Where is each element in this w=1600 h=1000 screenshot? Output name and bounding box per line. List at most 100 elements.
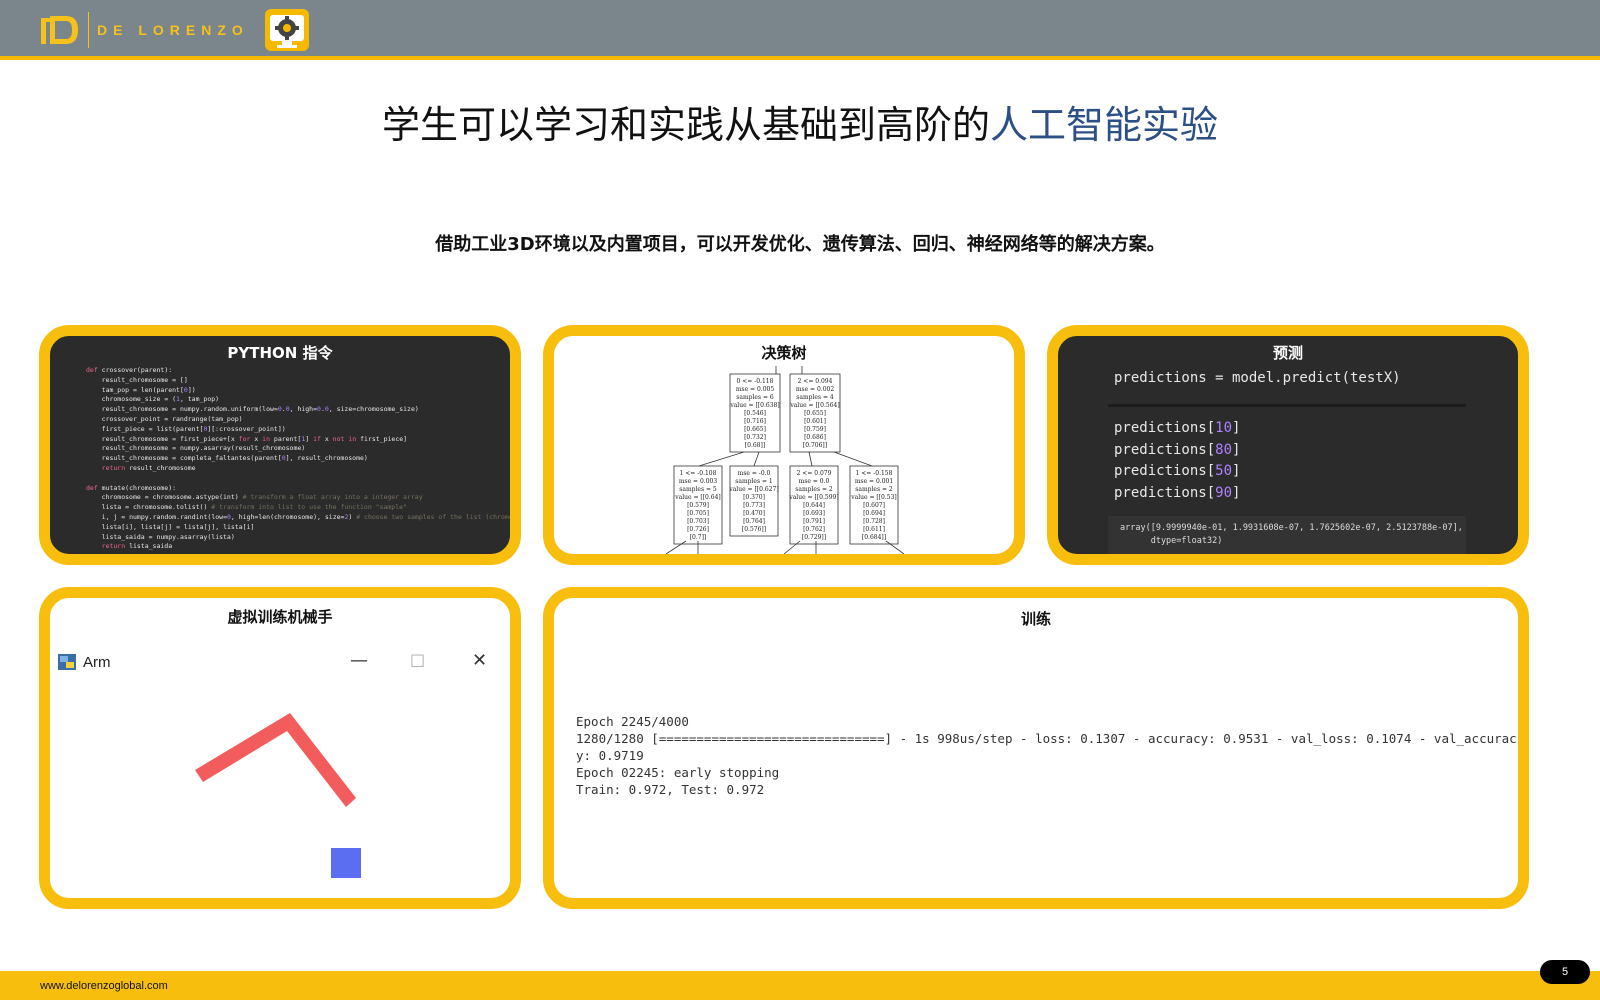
tree-node-text: value = [[0.599] <box>788 494 838 501</box>
code-line: crossover_point = randrange(tam_pop) <box>101 414 243 423</box>
footer-url[interactable]: www.delorenzoglobal.com <box>40 980 168 992</box>
tree-node-text: [0.686] <box>804 434 826 441</box>
training-card-title: 训练 <box>1020 610 1051 628</box>
decision-tree-card: 决策树 0 <= -0.118 mse = 0.005 samples = 6 val… <box>543 325 1025 565</box>
tree-node-text: mse = -0.0 <box>738 470 771 477</box>
code-line: result_chromosome = [] <box>101 375 188 384</box>
tree-node-text: [0.370] <box>743 494 765 501</box>
code-line: lista[i], lista[j] = lista[j], lista[i] <box>101 522 255 531</box>
tree-node-text: [0.773] <box>743 502 765 509</box>
tree-node-text: mse = 0.002 <box>796 386 835 393</box>
code-line: first_piece = list(parent[0][:crossover_… <box>101 424 286 433</box>
tree-node-text: samples = 2 <box>795 486 833 493</box>
tree-node: 2 <= 0.094mse = 0.002samples = 4value = … <box>789 373 841 453</box>
page-title-accent: 人工智能实验 <box>990 103 1219 147</box>
training-log: Epoch 2245/4000 1280/1280 [==============… <box>576 713 1517 798</box>
logo-text: DE LORENZO <box>97 22 249 38</box>
code-line: lista_saida = numpy.asarray(lista) <box>101 532 235 541</box>
tree-node-text: value = [[0.53] <box>850 494 897 501</box>
page-title-main: 学生可以学习和实践从基础到高阶的 <box>381 103 990 147</box>
tree-node-text: 1 <= -0.158 <box>856 470 893 477</box>
code-line: return lista_saida <box>101 542 173 551</box>
prediction-item: predictions[80] <box>1114 441 1241 458</box>
predictions-list: predictions[10] predictions[80] predicti… <box>1114 418 1240 504</box>
gear-monitor-icon <box>265 9 309 51</box>
tree-node-text: 0 <= -0.118 <box>737 378 774 385</box>
tree-node-text: [0.68]] <box>745 442 765 449</box>
tree-node-text: [0.611] <box>863 526 885 533</box>
tree-node-text: [0.684]] <box>862 534 886 541</box>
tree-node-text: [0.706]] <box>803 442 827 449</box>
prediction-item: predictions[90] <box>1114 484 1241 501</box>
tree-node-text: [0.732] <box>744 434 766 441</box>
tree-node-text: value = [[0.627] <box>728 486 778 493</box>
tree-node-text: [0.764] <box>743 518 765 525</box>
target-square <box>331 848 361 878</box>
de-lorenzo-logo-icon <box>40 14 80 46</box>
tree-node-text: samples = 4 <box>796 394 834 401</box>
slide: DE LORENZO 学生可以学习和实践从基础到高阶的人工智能实验 借助工业3D… <box>0 0 1600 1000</box>
tree-edge <box>753 451 760 467</box>
code-line: return result_chromosome <box>101 463 196 472</box>
tree-node-text: [0.665] <box>744 426 766 433</box>
code-line: chromosome = chromosome.astype(int) # tr… <box>101 493 423 502</box>
prediction-output: array([9.9999940e-01, 1.9931608e-07, 1.7… <box>1108 516 1466 554</box>
code-line: def crossover(parent): <box>86 366 173 374</box>
tree-node-text: 2 <= 0.094 <box>798 378 833 385</box>
log-line: y: 0.9719 <box>576 748 644 763</box>
tree-node-text: samples = 5 <box>679 486 717 493</box>
footer-bar: www.delorenzoglobal.com <box>0 971 1600 1000</box>
tree-node-text: [0.716] <box>744 418 766 425</box>
code-line: lista = chromosome.tolist() # transform … <box>101 503 407 512</box>
log-line: Train: 0.972, Test: 0.972 <box>576 782 765 797</box>
code-line: result_chromosome = completa_faltantes(p… <box>101 454 368 463</box>
tree-node-text: [0.693] <box>803 510 825 517</box>
tree-node-text: samples = 6 <box>736 394 774 401</box>
tree-node-text: mse = 0.0 <box>799 478 830 485</box>
tree-node-text: [0.579] <box>687 502 709 509</box>
prediction-card-title: 预测 <box>1272 344 1303 362</box>
tree-node-text: [0.607] <box>863 502 885 509</box>
tree-node-text: [0.546] <box>744 410 766 417</box>
tree-node-text: [0.791] <box>803 518 825 525</box>
tree-node-text: mse = 0.005 <box>736 386 775 393</box>
prediction-item: predictions[50] <box>1114 463 1241 479</box>
tree-node-text: [0.726] <box>687 526 709 533</box>
tree-node-text: [0.729]] <box>802 534 826 541</box>
arm-segments <box>195 713 356 807</box>
tree-edge <box>698 451 745 467</box>
decision-tree-diagram: 0 <= -0.118mse = 0.005samples = 6value =… <box>665 366 905 554</box>
tree-edge <box>833 451 873 467</box>
tree-edge <box>808 451 813 467</box>
code-line: result_chromosome = numpy.random.uniform… <box>101 405 419 414</box>
page-title: 学生可以学习和实践从基础到高阶的人工智能实验 <box>0 94 1600 149</box>
log-line: Epoch 02245: early stopping <box>576 765 780 780</box>
tree-node-text: value = [[0.638] <box>729 402 779 409</box>
tree-node: 2 <= 0.079mse = 0.0samples = 2value = [[… <box>788 465 839 545</box>
python-code-block: def crossover(parent): result_chromosome… <box>86 366 510 552</box>
header-bar: DE LORENZO <box>0 0 1600 60</box>
tree-node-text: [0.694] <box>863 510 885 517</box>
tree-node-text: samples = 2 <box>855 486 893 493</box>
tree-node-text: samples = 1 <box>735 478 772 485</box>
logo-divider <box>88 12 89 48</box>
tree-node-text: [0.703] <box>687 518 709 525</box>
training-card: 训练 Epoch 2245/4000 1280/1280 [===========… <box>543 587 1529 909</box>
tree-node-text: [0.728] <box>863 518 885 525</box>
python-card: PYTHON 指令 def crossover(parent): result_… <box>39 325 521 565</box>
tree-node-text: [0.7]] <box>690 534 707 541</box>
tree-node-text: 2 <= 0.079 <box>797 470 832 477</box>
tree-node-text: [0.601] <box>804 418 826 425</box>
code-line: def mutate(chromosome): <box>86 483 177 492</box>
tree-node-text: [0.644] <box>803 502 825 509</box>
tree-node-text: mse = 0.001 <box>855 478 893 485</box>
tree-node: 0 <= -0.118mse = 0.005samples = 6value =… <box>729 373 781 453</box>
predict-code: predictions = model.predict(testX) <box>1114 370 1401 386</box>
robot-arm-card: 虚拟训练机械手 Arm — □ ✕ <box>39 587 521 909</box>
tree-node: 1 <= -0.108mse = 0.003samples = 5value =… <box>673 465 723 545</box>
robot-arm-canvas <box>195 713 361 878</box>
tree-node-text: value = [[0.564] <box>789 402 839 409</box>
tree-node-text: [0.655] <box>804 410 826 417</box>
tree-node-text: 1 <= -0.108 <box>680 470 717 477</box>
